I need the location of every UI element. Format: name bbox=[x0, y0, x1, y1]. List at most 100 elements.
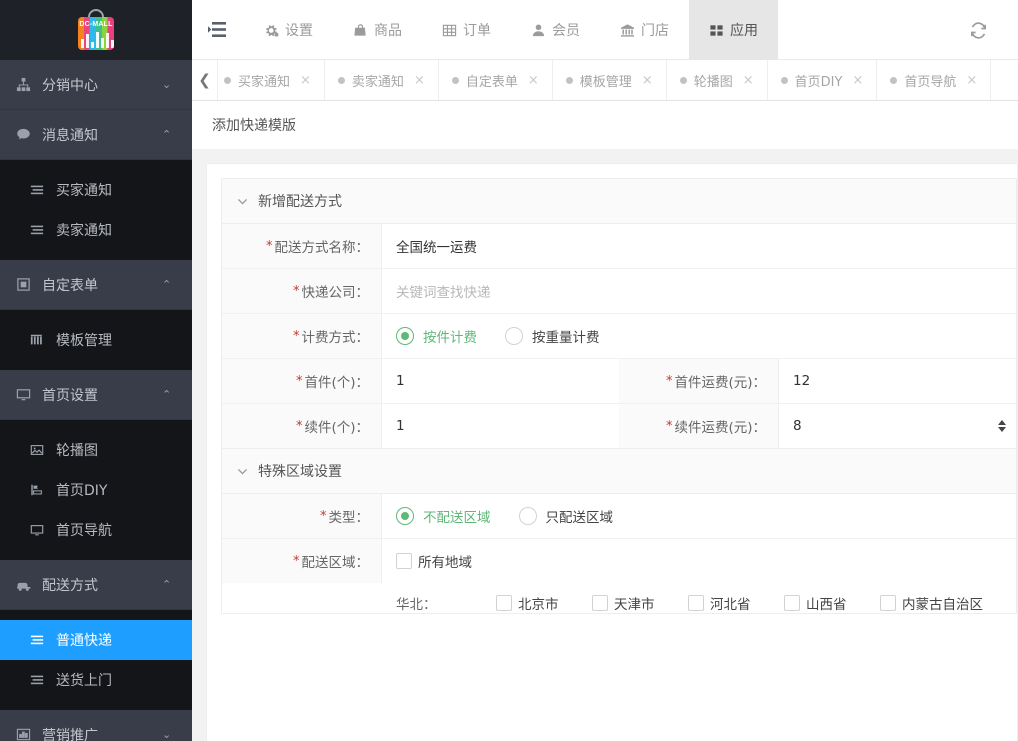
checkbox-label: 山西省 bbox=[806, 597, 847, 613]
sidebar-item-putongkuaidi[interactable]: 普通快递 bbox=[0, 620, 192, 660]
spinner-up-icon[interactable] bbox=[998, 420, 1006, 425]
checkbox-hebei[interactable]: 河北省 bbox=[688, 593, 784, 613]
sidebar-item-zidingbiaodan[interactable]: 自定表单 ⌃ bbox=[0, 260, 192, 310]
sidebar-item-yingxiaotuiguang[interactable]: 营销推广 ⌄ bbox=[0, 710, 192, 741]
input-delivery-name[interactable]: 全国统一运费 bbox=[382, 224, 1016, 268]
close-icon[interactable]: × bbox=[966, 73, 977, 88]
sidebar-item-lunbotu[interactable]: 轮播图 bbox=[0, 430, 192, 470]
label-charge-type: * 计费方式： bbox=[222, 314, 382, 358]
sidebar-item-maijia-tongzhi[interactable]: 买家通知 bbox=[0, 170, 192, 210]
chevron-down-icon[interactable] bbox=[236, 465, 249, 478]
nav-item-label: 门店 bbox=[641, 23, 669, 39]
sidebar-item-fenxiao[interactable]: 分销中心 ⌄ bbox=[0, 60, 192, 110]
tab-label: 买家通知 bbox=[238, 74, 291, 90]
list-icon bbox=[30, 183, 52, 197]
tab-strip: ❮ 买家通知 × 卖家通知 × 自定表单 × 模板管理 × 轮播图 × 首页DI… bbox=[192, 60, 1018, 101]
input-first-fee[interactable]: 12 bbox=[779, 359, 1016, 403]
tab-shouyedaohang[interactable]: 首页导航 × bbox=[877, 60, 992, 100]
nav-item-shangpin[interactable]: 商品 bbox=[333, 0, 422, 60]
nav-item-label: 商品 bbox=[374, 23, 402, 39]
nav-item-dingdan[interactable]: 订单 bbox=[422, 0, 511, 60]
sidebar-item-label: 消息通知 bbox=[42, 127, 98, 144]
tab-shouyediy[interactable]: 首页DIY × bbox=[768, 60, 878, 100]
submenu-pad bbox=[0, 550, 192, 560]
label-first-count: * 首件(个)： bbox=[222, 359, 382, 403]
fieldset-legend[interactable]: 新增配送方式 bbox=[222, 179, 1016, 224]
spinner-down-icon[interactable] bbox=[998, 427, 1006, 432]
fieldset-body: * 类型： 不配送区域 只配送区域 * 配送区域： 所有地域 华北： 北京市 天… bbox=[222, 494, 1016, 613]
sitemap-icon bbox=[16, 77, 38, 92]
checkbox-shanxi[interactable]: 山西省 bbox=[784, 593, 880, 613]
sidebar-item-maijia-seller-tongzhi[interactable]: 卖家通知 bbox=[0, 210, 192, 250]
tab-mobanguanli[interactable]: 模板管理 × bbox=[553, 60, 667, 100]
close-icon[interactable]: × bbox=[528, 73, 539, 88]
close-icon[interactable]: × bbox=[414, 73, 425, 88]
tab-label: 自定表单 bbox=[465, 74, 518, 90]
radio-only-delivery-area[interactable]: 只配送区域 bbox=[518, 506, 613, 526]
label-delivery-name: * 配送方式名称： bbox=[222, 224, 382, 268]
fieldset-body: * 配送方式名称： 全国统一运费 * 快递公司： 关键词查找快递 * 计费方式：… bbox=[222, 224, 1016, 448]
chevron-up-icon: ⌃ bbox=[162, 578, 172, 591]
chevron-left-icon[interactable]: ❮ bbox=[192, 60, 218, 100]
nav-item-huiyuan[interactable]: 会员 bbox=[511, 0, 600, 60]
input-express-company[interactable]: 关键词查找快递 bbox=[382, 269, 1016, 313]
tab-lunbotu[interactable]: 轮播图 × bbox=[667, 60, 768, 100]
radio-circle-icon bbox=[505, 327, 523, 345]
list-icon bbox=[30, 633, 52, 647]
tab-zidingbiaodan[interactable]: 自定表单 × bbox=[439, 60, 553, 100]
submenu-pad bbox=[0, 360, 192, 370]
radio-by-weight[interactable]: 按重量计费 bbox=[505, 326, 600, 346]
radio-circle-icon bbox=[518, 507, 537, 525]
sidebar-item-peisongfangshi[interactable]: 配送方式 ⌃ bbox=[0, 560, 192, 610]
radio-no-delivery-area[interactable]: 不配送区域 bbox=[396, 506, 491, 526]
sidebar-item-shouyeshezhi[interactable]: 首页设置 ⌃ bbox=[0, 370, 192, 420]
delivery-areas-panel: 所有地域 华北： 北京市 天津市 河北省 山西省 内蒙古自治区 bbox=[382, 539, 1016, 613]
nav-item-mendian[interactable]: 门店 bbox=[600, 0, 689, 60]
number-spinner[interactable] bbox=[998, 420, 1006, 432]
tab-label: 模板管理 bbox=[579, 74, 632, 90]
input-extra-fee[interactable]: 8 bbox=[779, 404, 1016, 448]
sidebar-item-songhuoshangmen[interactable]: 送货上门 bbox=[0, 660, 192, 700]
form-row-charge-type: * 计费方式： 按件计费 按重量计费 bbox=[222, 314, 1016, 359]
refresh-icon[interactable] bbox=[969, 21, 988, 40]
sidebar-item-label: 首页设置 bbox=[42, 387, 98, 404]
chevron-down-icon[interactable] bbox=[236, 195, 249, 208]
chevron-up-icon: ⌃ bbox=[162, 278, 172, 291]
nav-item-label: 设置 bbox=[285, 23, 313, 39]
nav-item-shezhi[interactable]: 设置 bbox=[244, 0, 333, 60]
sidebar-item-shouyediy[interactable]: 首页DIY bbox=[0, 470, 192, 510]
checkbox-box-icon bbox=[496, 595, 512, 611]
nav-item-yingyong[interactable]: 应用 bbox=[689, 0, 778, 60]
fieldset-legend-label: 特殊区域设置 bbox=[258, 464, 342, 480]
checkbox-label: 所有地域 bbox=[418, 555, 472, 571]
close-icon[interactable]: × bbox=[743, 73, 754, 88]
radio-label: 按重量计费 bbox=[532, 330, 600, 346]
checkbox-all-areas[interactable]: 所有地域 bbox=[396, 551, 472, 571]
sidebar-item-xiaoxi[interactable]: 消息通知 ⌃ bbox=[0, 110, 192, 160]
input-extra-count[interactable]: 1 bbox=[382, 404, 619, 448]
checkbox-box-icon bbox=[880, 595, 896, 611]
close-icon[interactable]: × bbox=[300, 73, 311, 88]
sidebar-item-mobanguanli[interactable]: 模板管理 bbox=[0, 320, 192, 360]
checkbox-box-icon bbox=[396, 553, 412, 569]
nav-item-label: 订单 bbox=[463, 23, 491, 39]
bank-icon bbox=[620, 23, 635, 38]
checkbox-tianjin[interactable]: 天津市 bbox=[592, 593, 688, 613]
fieldset-new-shipping-method: 新增配送方式 * 配送方式名称： 全国统一运费 * 快递公司： 关键词查找快递 … bbox=[221, 178, 1017, 449]
tab-dot-icon bbox=[224, 76, 231, 84]
radio-by-piece[interactable]: 按件计费 bbox=[396, 326, 477, 346]
logo-area[interactable]: DC-MALL bbox=[0, 0, 192, 60]
input-first-count[interactable]: 1 bbox=[382, 359, 619, 403]
label-delivery-area: * 配送区域： bbox=[222, 539, 382, 583]
tab-maijia-seller-tongzhi[interactable]: 卖家通知 × bbox=[325, 60, 439, 100]
sidebar-item-shouyedaohang[interactable]: 首页导航 bbox=[0, 510, 192, 550]
checkbox-neimenggu[interactable]: 内蒙古自治区 bbox=[880, 593, 983, 613]
close-icon[interactable]: × bbox=[852, 73, 863, 88]
monitor-icon bbox=[30, 523, 52, 537]
tab-maijia-tongzhi[interactable]: 买家通知 × bbox=[218, 60, 325, 100]
close-icon[interactable]: × bbox=[642, 73, 653, 88]
menu-collapse-icon[interactable] bbox=[192, 0, 244, 59]
checkbox-beijing[interactable]: 北京市 bbox=[496, 593, 592, 613]
fieldset-legend[interactable]: 特殊区域设置 bbox=[222, 449, 1016, 494]
main-area: 设置 商品 订单 会员 门店 应用 ❮ 买家通知 × 卖家通知 × 自定表单 ×… bbox=[192, 0, 1018, 741]
